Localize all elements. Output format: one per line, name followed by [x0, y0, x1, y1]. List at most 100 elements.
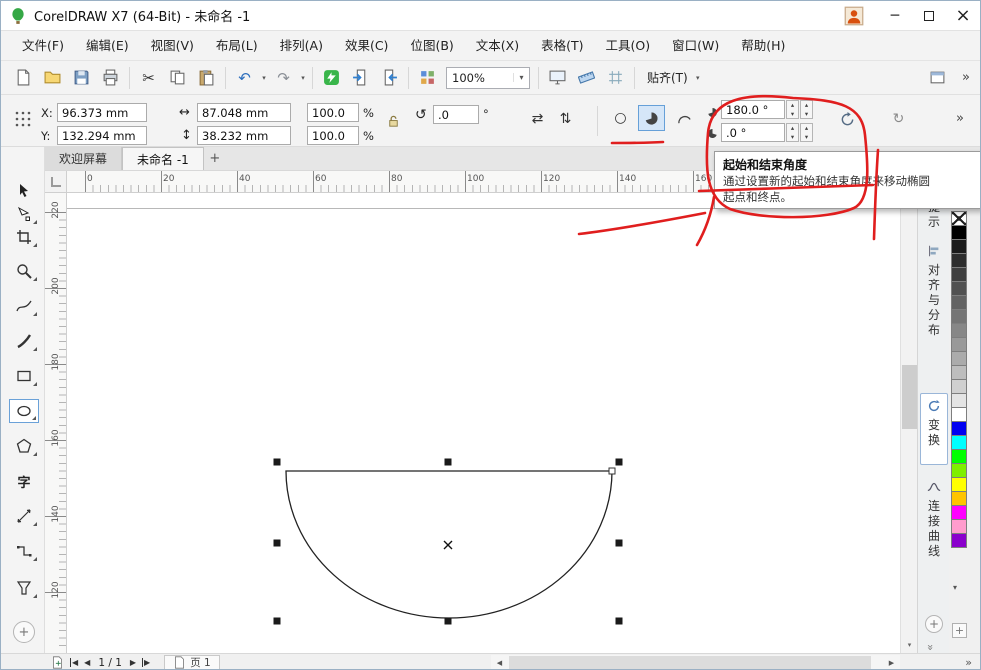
- hscroll-left-arrow[interactable]: ◀: [491, 655, 508, 670]
- export-button[interactable]: [375, 64, 404, 91]
- redo-dropdown[interactable]: ▾: [298, 74, 308, 82]
- property-bar-overflow-button[interactable]: »: [946, 111, 974, 126]
- vertical-scroll-thumb[interactable]: [902, 365, 917, 429]
- paste-button[interactable]: [192, 64, 221, 91]
- import-button[interactable]: [346, 64, 375, 91]
- page-1-tab[interactable]: 页 1: [164, 655, 220, 670]
- start-angle-spinner-2[interactable]: ▴▾: [800, 100, 813, 119]
- color-swatch[interactable]: [951, 225, 967, 240]
- docker-tab-connect-curves[interactable]: 连接曲线: [920, 475, 948, 607]
- redo-button[interactable]: ↷: [269, 64, 298, 91]
- last-page-button[interactable]: ▶: [142, 658, 150, 667]
- color-swatch[interactable]: [951, 435, 967, 450]
- color-swatch[interactable]: [951, 533, 967, 548]
- end-angle-input[interactable]: .0 °: [721, 123, 785, 142]
- shape-tool[interactable]: [9, 202, 39, 226]
- scale-h-input[interactable]: 100.0: [307, 103, 359, 122]
- quick-customize-button[interactable]: +: [13, 621, 35, 643]
- color-swatch[interactable]: [951, 449, 967, 464]
- close-button[interactable]: ×: [946, 1, 980, 30]
- end-angle-spinner[interactable]: ▴▾: [786, 123, 799, 142]
- color-swatch[interactable]: [951, 351, 967, 366]
- tab-document-untitled[interactable]: 未命名 -1: [122, 147, 204, 170]
- menu-arrange[interactable]: 排列(A): [269, 31, 334, 61]
- lock-ratio-button[interactable]: [381, 108, 405, 134]
- object-height-input[interactable]: 38.232 mm: [197, 126, 291, 145]
- open-button[interactable]: [38, 64, 67, 91]
- zoom-tool[interactable]: [9, 259, 39, 283]
- polygon-tool[interactable]: [9, 434, 39, 458]
- horizontal-scroll-thumb[interactable]: [509, 656, 871, 670]
- color-swatch[interactable]: [951, 463, 967, 478]
- interactive-fill-tool[interactable]: [9, 576, 39, 600]
- menu-file[interactable]: 文件(F): [11, 31, 75, 61]
- menu-window[interactable]: 窗口(W): [661, 31, 730, 61]
- application-launcher-button[interactable]: [413, 64, 442, 91]
- snap-to-dropdown[interactable]: 贴齐(T) ▾: [639, 66, 711, 90]
- mirror-horizontal-button[interactable]: ⇄: [525, 107, 550, 130]
- undo-dropdown[interactable]: ▾: [259, 74, 269, 82]
- pie-mode-button[interactable]: [638, 105, 665, 131]
- show-grid-button[interactable]: [601, 64, 630, 91]
- docker-tab-transform[interactable]: 变换: [920, 393, 948, 465]
- print-button[interactable]: [96, 64, 125, 91]
- horizontal-scrollbar[interactable]: ◀ ▶: [491, 655, 900, 670]
- color-swatch[interactable]: [951, 323, 967, 338]
- tab-welcome-screen[interactable]: 欢迎屏幕: [45, 147, 122, 170]
- freehand-tool[interactable]: [9, 294, 39, 318]
- artistic-media-tool[interactable]: [9, 329, 39, 353]
- ellipse-node[interactable]: [609, 468, 615, 474]
- user-account-icon[interactable]: [844, 6, 864, 26]
- menu-view[interactable]: 视图(V): [140, 31, 205, 61]
- save-button[interactable]: [67, 64, 96, 91]
- launch-button[interactable]: [317, 64, 346, 91]
- ellipse-tool[interactable]: [9, 399, 39, 423]
- secondary-direction-button[interactable]: ↻: [885, 106, 912, 132]
- palette-scroll-down[interactable]: ▾: [953, 583, 957, 592]
- menu-edit[interactable]: 编辑(E): [75, 31, 140, 61]
- docker-tab-align-distribute[interactable]: 对齐与分布: [920, 239, 948, 369]
- text-tool[interactable]: 字: [9, 469, 39, 493]
- vertical-scrollbar[interactable]: ▴ ▾: [900, 193, 917, 653]
- dimension-tool[interactable]: [9, 504, 39, 528]
- object-width-input[interactable]: 87.048 mm: [197, 103, 291, 122]
- minimize-button[interactable]: ─: [878, 1, 912, 30]
- color-swatch[interactable]: [951, 337, 967, 352]
- crop-tool[interactable]: [9, 225, 39, 249]
- connector-tool[interactable]: [9, 539, 39, 563]
- color-swatch[interactable]: [951, 393, 967, 408]
- copy-button[interactable]: [163, 64, 192, 91]
- first-page-button[interactable]: ◀: [70, 658, 78, 667]
- docker-collapse-chevron[interactable]: »: [924, 644, 937, 651]
- ruler-origin-corner[interactable]: [45, 171, 67, 193]
- next-page-button[interactable]: ▶: [130, 658, 136, 667]
- menu-table[interactable]: 表格(T): [530, 31, 594, 61]
- color-swatch[interactable]: [951, 309, 967, 324]
- drawing-canvas[interactable]: [67, 193, 900, 653]
- color-swatch[interactable]: [951, 295, 967, 310]
- add-docker-button[interactable]: +: [925, 615, 943, 633]
- new-document-tab-button[interactable]: +: [204, 147, 226, 170]
- color-swatch[interactable]: [951, 519, 967, 534]
- color-swatch[interactable]: [951, 407, 967, 422]
- cut-button[interactable]: ✂: [134, 64, 163, 91]
- undo-button[interactable]: ↶: [230, 64, 259, 91]
- y-position-input[interactable]: 132.294 mm: [57, 126, 147, 145]
- hscroll-right-arrow[interactable]: ▶: [883, 655, 900, 670]
- show-rulers-button[interactable]: [572, 64, 601, 91]
- zoom-level-combo[interactable]: 100% ▾: [446, 67, 530, 89]
- scale-v-input[interactable]: 100.0: [307, 126, 359, 145]
- menu-tools[interactable]: 工具(O): [595, 31, 662, 61]
- change-direction-button[interactable]: [833, 105, 861, 133]
- add-page-icon[interactable]: [51, 656, 64, 669]
- color-swatch[interactable]: [951, 281, 967, 296]
- toolbar-overflow-button[interactable]: »: [952, 70, 980, 85]
- fullscreen-preview-button[interactable]: [543, 64, 572, 91]
- color-swatch[interactable]: [951, 239, 967, 254]
- previous-page-button[interactable]: ◀: [84, 658, 90, 667]
- start-angle-spinner[interactable]: ▴▾: [786, 100, 799, 119]
- color-swatch[interactable]: [951, 421, 967, 436]
- options-button[interactable]: [923, 64, 952, 91]
- color-swatch[interactable]: [951, 253, 967, 268]
- bottom-bar-overflow[interactable]: »: [965, 654, 972, 670]
